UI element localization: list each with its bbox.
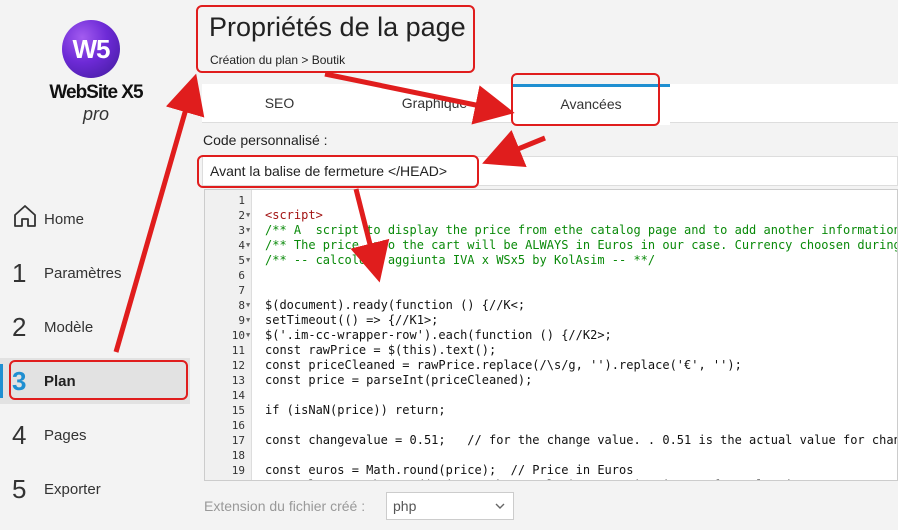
fold-toggle-icon[interactable]: ▼ <box>246 253 250 268</box>
code-line: 18 <box>205 448 897 463</box>
line-number: 2 <box>238 209 245 222</box>
code-editor[interactable]: 1 2 ▼ <script> 3 ▼/** A script to display the… <box>204 189 898 481</box>
code-line: 12 const priceCleaned = rawPrice.replace(… <box>205 358 897 373</box>
sidebar-item-label: Exporter <box>44 480 101 498</box>
code-text: /** The price into the cart will be ALWA… <box>265 238 898 252</box>
page-title: Propriétés de la page <box>209 12 466 42</box>
code-text: /** -- calcolo e aggiunta IVA x WSx5 by … <box>265 253 656 267</box>
sidebar: W5 WebSite X5 pro Home 1 Paramètres 2 Mo… <box>0 0 190 528</box>
step-number: 2 <box>12 311 27 342</box>
line-number: 17 <box>231 434 245 447</box>
code-text: const priceCleaned = rawPrice.replace(/\… <box>265 358 742 372</box>
line-number: 3 <box>238 224 245 237</box>
sidebar-item-pages[interactable]: 4 Pages <box>0 412 190 458</box>
line-number: 12 <box>231 359 245 372</box>
code-label: Code personnalisé : <box>203 132 328 148</box>
code-line: 3 ▼ /** A script to display the price from… <box>205 223 897 238</box>
line-number: 14 <box>231 389 245 402</box>
chevron-down-icon <box>495 493 505 530</box>
code-line: 10 ▼ $('.im-cc-wrapper-row').each(function… <box>205 328 897 343</box>
logo-name: WebSite X5 <box>49 82 143 103</box>
fold-toggle-icon[interactable]: ▼ <box>246 313 250 328</box>
code-line: 14 <box>205 388 897 403</box>
sidebar-item-label: Paramètres <box>44 264 122 282</box>
code-text: $(document).ready(function () {//K<; <box>265 298 526 312</box>
step-number: 4 <box>12 419 27 450</box>
code-text: /** A script to display the price from e… <box>265 223 898 237</box>
line-number: 13 <box>231 374 245 387</box>
line-number: 20 <box>205 478 245 480</box>
code-text: setTimeout(() => {//K1>; <box>265 313 439 327</box>
code-text: const price = parseInt(priceCleaned); <box>265 373 533 387</box>
code-line: 8 ▼ $(document).ready(function () {//K<; <box>205 298 897 313</box>
sidebar-item-label: Home <box>44 210 85 228</box>
code-text: const euros = Math.round(price); // Pric… <box>265 463 634 477</box>
line-number: 8 <box>238 299 245 312</box>
line-number: 19 <box>231 464 245 477</box>
sidebar-item-label: Pages <box>44 426 87 444</box>
line-number: 6 <box>238 269 245 282</box>
sidebar-item-parametres[interactable]: 1 Paramètres <box>0 250 190 296</box>
app-logo: W5 WebSite X5 pro <box>38 20 154 130</box>
fold-toggle-icon[interactable]: ▼ <box>246 223 250 238</box>
line-number: 4 <box>238 239 245 252</box>
extension-select[interactable]: php <box>386 492 514 520</box>
code-text: $('.im-cc-wrapper-row').each(function ()… <box>265 328 612 342</box>
code-text: <script> <box>265 208 323 222</box>
code-line: 5 ▼ /** -- calcolo e aggiunta IVA x WSx5 b… <box>205 253 897 268</box>
tab-bar: SEO Graphique Avancées <box>202 84 898 125</box>
line-number: 15 <box>231 404 245 417</box>
extension-value: php <box>393 498 417 514</box>
sidebar-item-home[interactable]: Home <box>0 196 190 242</box>
code-line: 13 const price = parseInt(priceCleaned); <box>205 373 897 388</box>
line-number: 5 <box>238 254 245 267</box>
code-line: 1 <box>205 193 897 208</box>
line-number: 18 <box>231 449 245 462</box>
code-text: const changevalue = 0.51; // for the cha… <box>265 433 898 447</box>
line-number: 11 <box>231 344 245 357</box>
step-number: 5 <box>12 473 27 504</box>
step-number: 3 <box>12 365 27 396</box>
code-text: const rawPrice = $(this).text(); <box>265 343 497 357</box>
home-icon <box>0 203 44 236</box>
sidebar-item-modele[interactable]: 2 Modèle <box>0 304 190 350</box>
line-number: 1 <box>238 194 245 207</box>
tab-graphique[interactable]: Graphique <box>357 84 512 122</box>
fold-toggle-icon[interactable]: ▼ <box>246 298 250 313</box>
code-position-select[interactable]: Avant la balise de fermeture </HEAD> <box>202 156 898 186</box>
code-line: 7 <box>205 283 897 298</box>
sidebar-item-exporter[interactable]: 5 Exporter <box>0 466 190 512</box>
tab-seo[interactable]: SEO <box>202 84 357 122</box>
tab-avancees[interactable]: Avancées <box>512 84 670 125</box>
code-line: 17 const changevalue = 0.51; // for the c… <box>205 433 897 448</box>
code-text: if (isNaN(price)) return; <box>265 403 446 417</box>
code-line: 9 ▼ setTimeout(() => {//K1>; <box>205 313 897 328</box>
code-line: 6 <box>205 268 897 283</box>
sidebar-item-label: Plan <box>44 372 76 390</box>
sidebar-item-plan[interactable]: 3 Plan <box>0 358 190 404</box>
code-line: 19 const euros = Math.round(price); // Pr… <box>205 463 897 478</box>
logo-badge: W5 <box>62 20 120 78</box>
extension-label: Extension du fichier créé : <box>204 498 366 514</box>
code-line: 11 const rawPrice = $(this).text(); <box>205 343 897 358</box>
code-line: 4 ▼ /** The price into the cart will be AL… <box>205 238 897 253</box>
line-number: 10 <box>231 329 245 342</box>
code-line: 15 if (isNaN(price)) return; <box>205 403 897 418</box>
main-panel: Propriétés de la page Création du plan >… <box>190 0 898 528</box>
code-line: 2 ▼ <script> <box>205 208 897 223</box>
code-text: const lev = Math.round(price * changeval… <box>265 478 897 480</box>
breadcrumb: Création du plan > Boutik <box>210 53 346 67</box>
fold-toggle-icon[interactable]: ▼ <box>246 238 250 253</box>
fold-toggle-icon[interactable]: ▼ <box>246 208 250 223</box>
code-line: 16 <box>205 418 897 433</box>
sidebar-item-label: Modèle <box>44 318 94 336</box>
line-number: 16 <box>231 419 245 432</box>
fold-toggle-icon[interactable]: ▼ <box>246 328 250 343</box>
logo-edition: pro <box>82 104 109 124</box>
step-number: 1 <box>12 257 27 288</box>
line-number: 9 <box>238 314 245 327</box>
line-number: 7 <box>238 284 245 297</box>
code-line: 20 const lev = Math.round(price * changev… <box>205 478 897 480</box>
